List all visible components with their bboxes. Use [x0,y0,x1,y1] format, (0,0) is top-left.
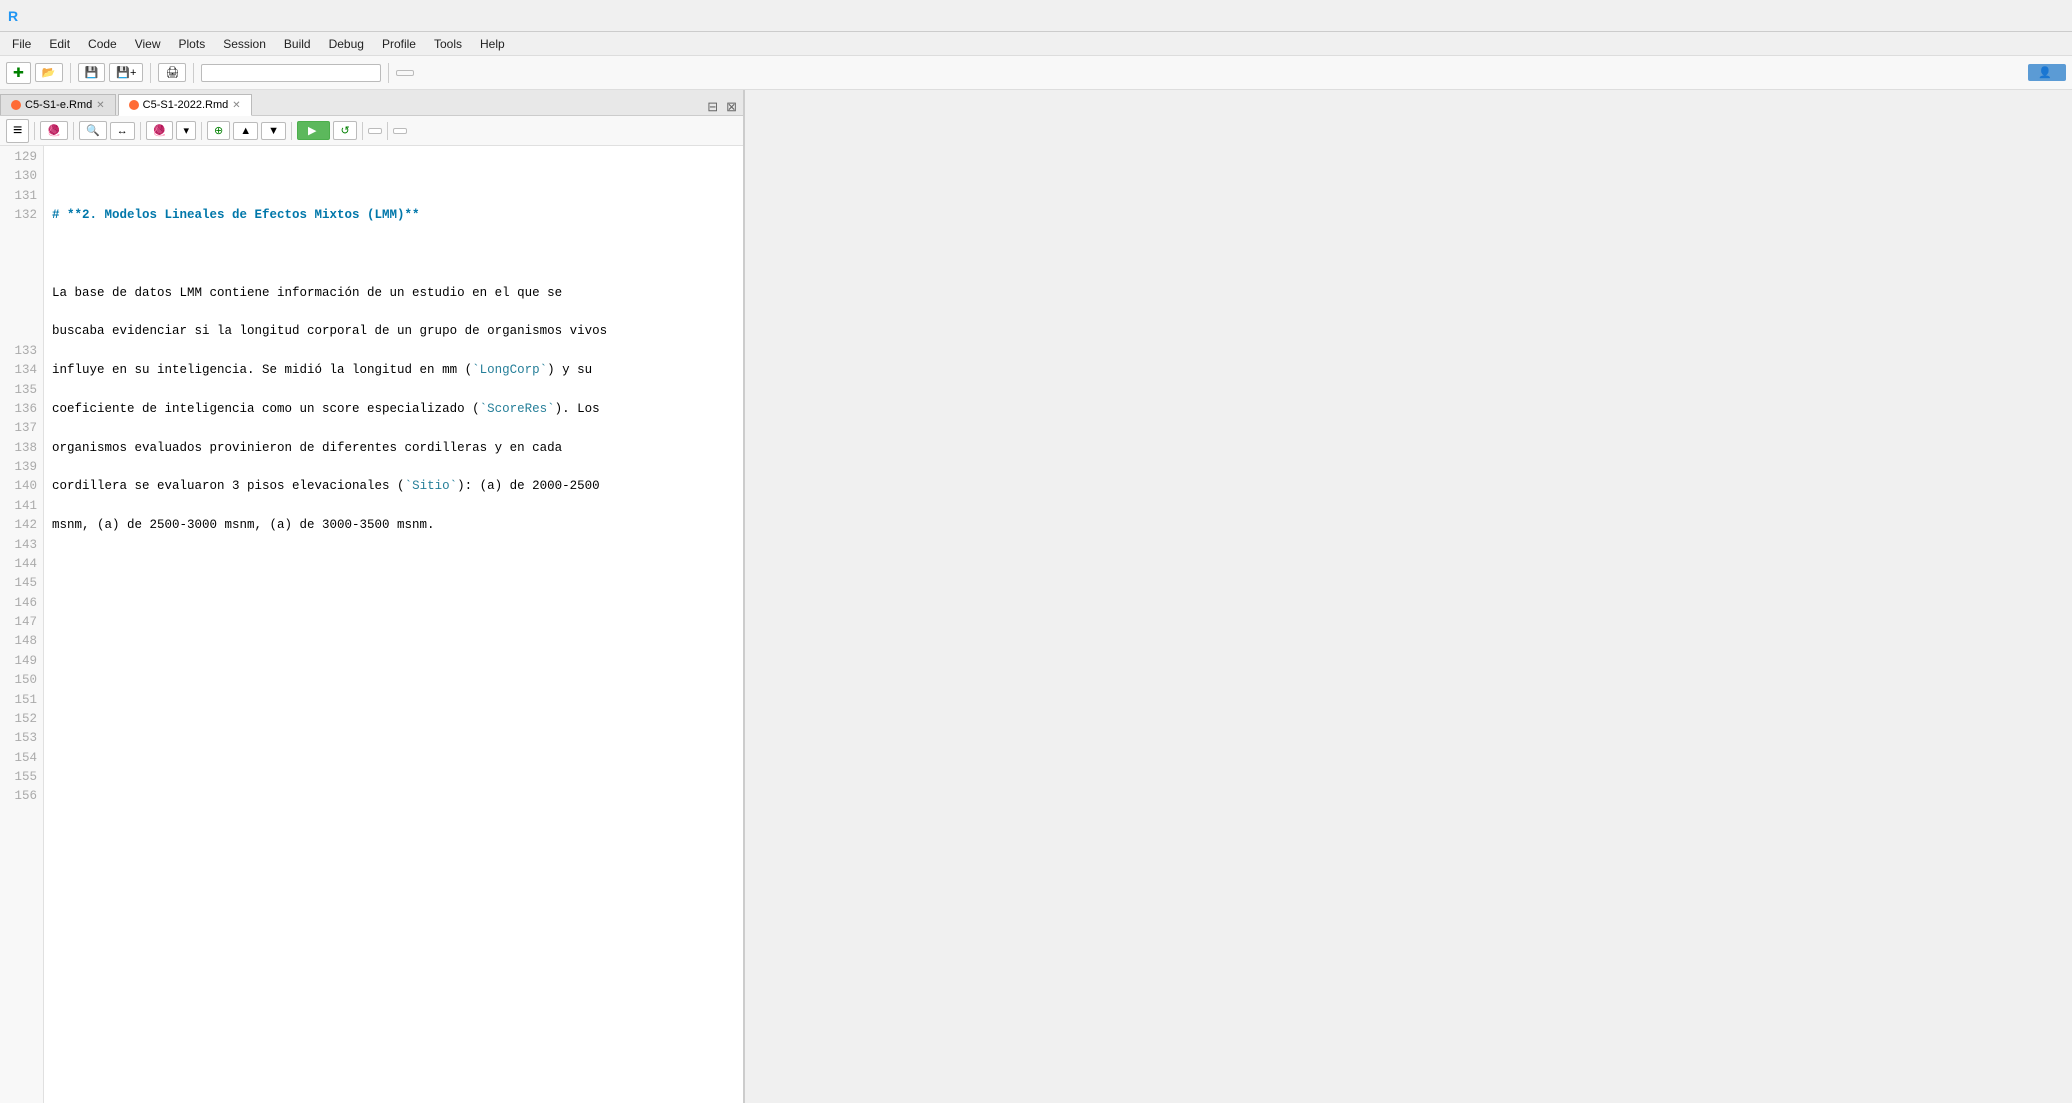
editor-tab-bar: C5-S1-e.Rmd ✕ C5-S1-2022.Rmd ✕ ⊟ ⊠ [0,90,743,116]
line-132b: buscaba evidenciar si la longitud corpor… [52,322,735,341]
format-button[interactable]: ≡ [6,119,29,143]
line-131 [52,245,735,264]
menu-file[interactable]: File [4,35,39,53]
ed-sep-4 [201,122,202,140]
menu-bar: File Edit Code View Plots Session Build … [0,32,2072,56]
menu-edit[interactable]: Edit [41,35,78,53]
run-button[interactable]: ▶ [297,121,330,140]
ed-sep-5 [291,122,292,140]
ed-sep-2 [73,122,74,140]
line-numbers: 129 130 131 132 133 134 135 136 137 138 … [0,146,44,1103]
app-icon: R [8,8,18,24]
line-132g: msnm, (a) de 2500-3000 msnm, (a) de 3000… [52,516,735,535]
toolbar-separator-2 [150,63,151,83]
tab2-label: C5-S1-2022.Rmd [143,99,229,111]
menu-help[interactable]: Help [472,35,513,53]
tab1-icon [11,100,21,110]
replace-button[interactable]: ↔ [110,122,135,140]
search-button[interactable]: 🔍 [79,121,107,140]
line-132d: coeficiente de inteligencia como un scor… [52,400,735,419]
tab2-close[interactable]: ✕ [232,100,240,111]
ed-sep-3 [140,122,141,140]
run-icon: ▶ [308,124,316,137]
editor-tab-controls: ⊟ ⊠ [705,99,743,115]
code-content[interactable]: # **2. Modelos Lineales de Efectos Mixto… [44,146,743,1103]
knit-icon: 🧶 [153,125,167,137]
print-button[interactable]: 🖨 [158,63,186,82]
editor-tab-1[interactable]: C5-S1-e.Rmd ✕ [0,94,116,115]
menu-view[interactable]: View [127,35,169,53]
menu-plots[interactable]: Plots [171,35,214,53]
title-bar-left: R [8,8,24,24]
toolbar-separator-3 [193,63,194,83]
line-130: # **2. Modelos Lineales de Efectos Mixto… [52,206,735,225]
tab1-label: C5-S1-e.Rmd [25,99,92,111]
nav-down-button[interactable]: ▼ [261,122,286,140]
editor-toolbar: ≡ 🧶 🔍 ↔ 🧶 ▾ ⊕ ▲ ▼ ▶ ↺ [0,116,743,146]
main-toolbar: ✚ 📂 💾 💾+ 🖨 👤 [0,56,2072,90]
title-bar: R [0,0,2072,32]
main-content: C5-S1-e.Rmd ✕ C5-S1-2022.Rmd ✕ ⊟ ⊠ ≡ 🧶 🔍 [0,90,2072,1103]
line-133 [52,555,735,574]
knit-button[interactable]: 🧶 [146,121,174,140]
code-editor: 129 130 131 132 133 134 135 136 137 138 … [0,146,743,1103]
tab1-close[interactable]: ✕ [96,100,104,111]
nav-up-button[interactable]: ▲ [233,122,258,140]
line-132c: influye en su inteligencia. Se midió la … [52,361,735,380]
editor-collapse-btn[interactable]: ⊟ [705,99,720,115]
editor-expand-btn[interactable]: ⊠ [724,99,739,115]
line-132e: organismos evaluados provinieron de dife… [52,439,735,458]
ed-sep-6 [362,122,363,140]
user-icon: 👤 [2038,66,2052,79]
menu-session[interactable]: Session [215,35,274,53]
ed-sep-1 [34,122,35,140]
toolbar-separator-1 [70,63,71,83]
source-button[interactable] [368,128,382,134]
menu-profile[interactable]: Profile [374,35,424,53]
toolbar-separator-4 [388,63,389,83]
cs-indicator[interactable]: 👤 [2028,64,2066,81]
new-file-button[interactable]: ✚ [6,62,31,84]
line-129 [52,167,735,186]
menu-code[interactable]: Code [80,35,125,53]
go-to-file-input[interactable] [201,64,381,82]
open-file-button[interactable]: 📂 [35,63,63,82]
editor-tab-2[interactable]: C5-S1-2022.Rmd ✕ [118,94,252,116]
menu-tools[interactable]: Tools [426,35,470,53]
tab2-icon [129,100,139,110]
knit-options-button[interactable]: ▾ [176,121,196,140]
line-132: La base de datos LMM contiene informació… [52,284,735,303]
save-all-button[interactable]: 💾+ [109,63,143,82]
font-size-button[interactable] [393,128,407,134]
addins-button[interactable] [396,70,414,76]
insert-chunk-button[interactable]: ⊕ [207,121,230,140]
line-132f: cordillera se evaluaron 3 pisos elevacio… [52,477,735,496]
save-button[interactable]: 💾 [78,63,106,82]
knit-on-save-button[interactable]: 🧶 [40,121,68,140]
rerun-button[interactable]: ↺ [333,121,356,140]
ed-sep-7 [387,122,388,140]
menu-build[interactable]: Build [276,35,319,53]
editor-panel: C5-S1-e.Rmd ✕ C5-S1-2022.Rmd ✕ ⊟ ⊠ ≡ 🧶 🔍 [0,90,745,1103]
menu-debug[interactable]: Debug [321,35,372,53]
